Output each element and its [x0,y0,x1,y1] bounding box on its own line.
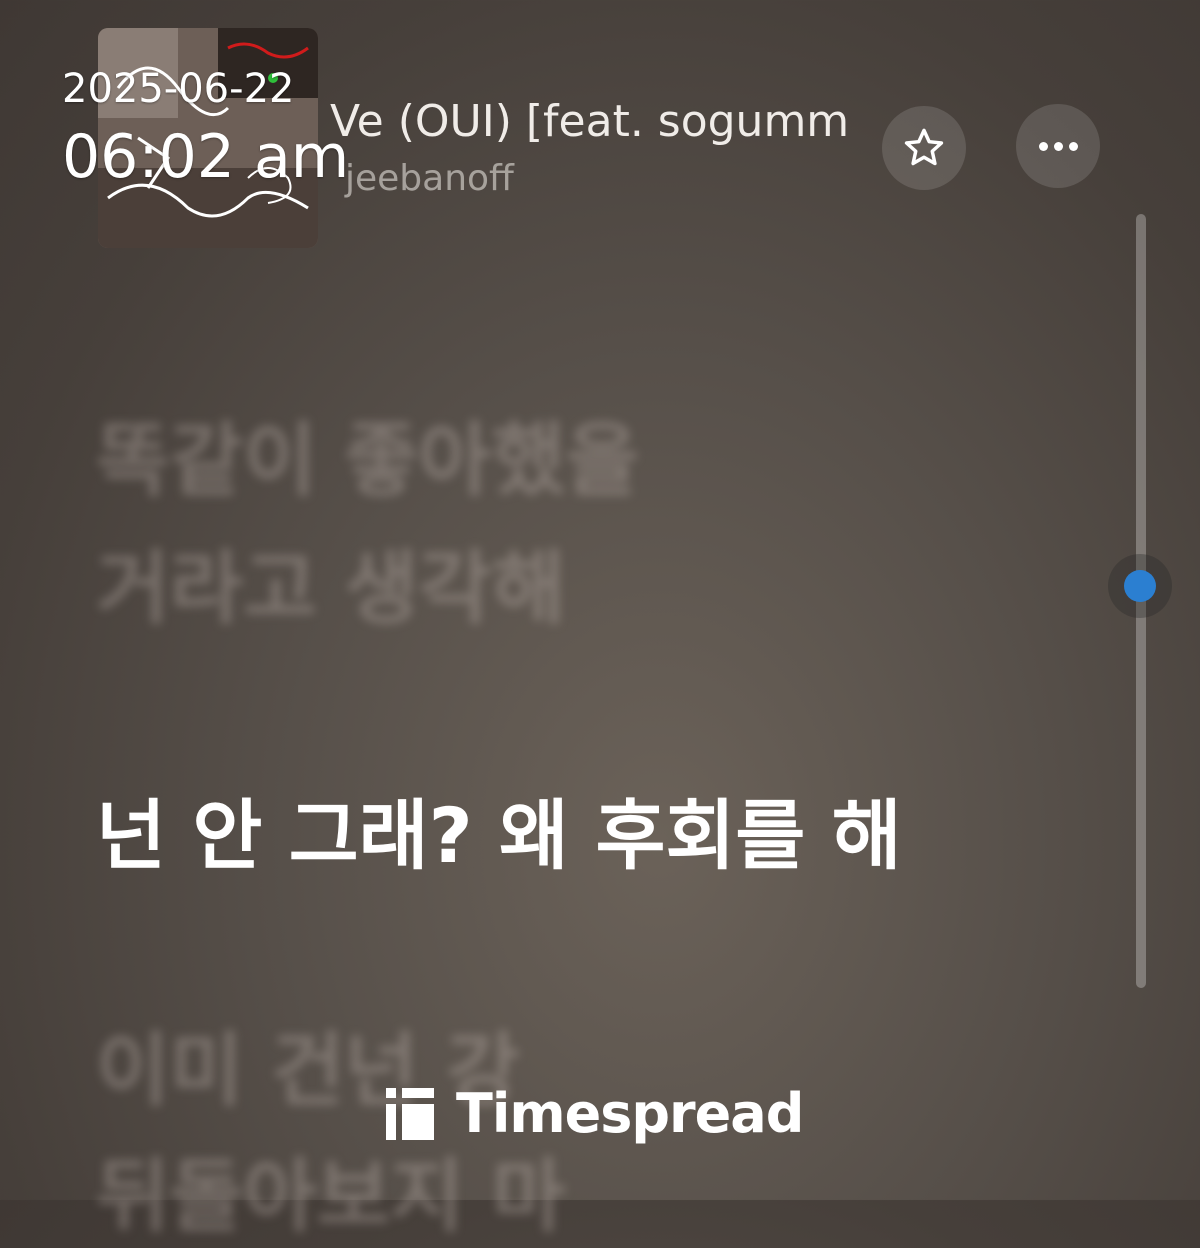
timespread-logo-icon [386,1087,434,1140]
more-options-button[interactable] [1016,104,1100,188]
timestamp-date: 2025-06-22 [62,66,295,112]
song-title: Ve (OUI) [feat. sogumm [330,96,850,147]
lyrics-scroll-thumb[interactable] [1124,569,1156,602]
lyric-line-past[interactable]: 똑같이 좋아했을 [96,396,639,512]
lyric-line-current[interactable]: 넌 안 그래? 왜 후회를 해 [96,774,902,884]
star-icon [904,128,944,166]
more-dots-icon [1038,141,1078,151]
artist-name[interactable]: jeebanoff [345,158,514,199]
lyric-line-upcoming[interactable]: 뒤돌아보지 마 [96,1132,565,1248]
favorite-button[interactable] [882,106,966,190]
lyric-line-past[interactable]: 거라고 생각해 [96,524,565,640]
watermark-brand: Timespread [456,1082,804,1145]
timestamp-time: 06:02 am [62,122,350,192]
timespread-watermark: Timespread [386,1082,804,1145]
